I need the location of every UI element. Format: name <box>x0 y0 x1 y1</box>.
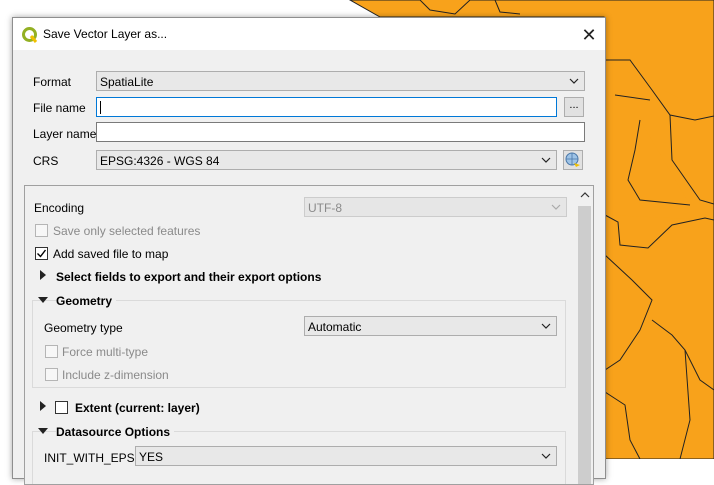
include-z-label: Include z-dimension <box>62 368 169 382</box>
add-to-map-label[interactable]: Add saved file to map <box>53 247 168 261</box>
file-name-label: File name <box>33 101 86 115</box>
add-to-map-checkbox[interactable] <box>35 247 48 260</box>
include-z-checkbox <box>45 368 58 381</box>
expand-arrow-icon[interactable] <box>40 270 46 280</box>
vertical-scrollbar[interactable] <box>576 186 593 484</box>
text-caret <box>100 101 101 114</box>
crs-dropdown[interactable]: EPSG:4326 - WGS 84 <box>96 150 557 170</box>
save-selected-label: Save only selected features <box>53 224 201 238</box>
encoding-label: Encoding <box>34 201 85 215</box>
scroll-up-icon[interactable] <box>576 186 593 203</box>
layer-name-label: Layer name <box>33 127 97 141</box>
force-multi-checkbox <box>45 345 58 358</box>
globe-icon <box>565 152 580 167</box>
crs-label: CRS <box>33 154 59 168</box>
force-multi-label: Force multi-type <box>62 345 149 359</box>
chevron-down-icon <box>541 157 551 163</box>
extent-checkbox[interactable] <box>55 401 68 414</box>
geometry-type-label: Geometry type <box>44 321 123 335</box>
crs-value: EPSG:4326 - WGS 84 <box>100 154 220 168</box>
geometry-type-value: Automatic <box>308 320 362 334</box>
scroll-thumb[interactable] <box>578 206 591 484</box>
checkmark-icon <box>37 249 47 258</box>
collapse-arrow-icon[interactable] <box>38 297 48 303</box>
geometry-type-dropdown[interactable]: Automatic <box>304 316 557 336</box>
datasource-group-header[interactable]: Datasource Options <box>56 425 175 439</box>
dialog-title: Save Vector Layer as... <box>43 27 168 41</box>
save-vector-layer-dialog: Save Vector Layer as... ✕ Format SpatiaL… <box>12 17 606 485</box>
format-dropdown[interactable]: SpatiaLite <box>96 71 585 91</box>
format-value: SpatiaLite <box>100 75 154 89</box>
format-label: Format <box>33 75 72 89</box>
save-selected-checkbox <box>35 224 48 237</box>
crs-selector-button[interactable] <box>563 150 583 170</box>
init-with-epsg-label: INIT_WITH_EPSG <box>44 451 145 465</box>
file-name-input[interactable] <box>96 97 557 117</box>
qgis-logo-icon <box>22 27 38 43</box>
select-fields-group-header[interactable]: Select fields to export and their export… <box>56 270 321 284</box>
expand-arrow-icon[interactable] <box>40 401 46 411</box>
chevron-down-icon <box>569 78 579 84</box>
options-panel: Encoding UTF-8 Save only selected featur… <box>24 185 594 485</box>
geometry-group-header[interactable]: Geometry <box>56 294 117 308</box>
chevron-down-icon <box>551 204 561 210</box>
chevron-down-icon <box>541 323 551 329</box>
init-with-epsg-value: YES <box>139 450 164 464</box>
init-with-epsg-dropdown[interactable]: YES <box>135 446 557 466</box>
close-icon[interactable]: ✕ <box>575 23 603 47</box>
extent-group-header[interactable]: Extent (current: layer) <box>75 401 200 415</box>
encoding-dropdown: UTF-8 <box>304 197 567 217</box>
chevron-down-icon <box>541 453 551 459</box>
title-bar[interactable]: Save Vector Layer as... ✕ <box>13 18 605 50</box>
browse-button[interactable]: ... <box>564 97 584 117</box>
encoding-value: UTF-8 <box>308 201 342 215</box>
layer-name-input[interactable] <box>96 122 585 142</box>
collapse-arrow-icon[interactable] <box>38 428 48 434</box>
